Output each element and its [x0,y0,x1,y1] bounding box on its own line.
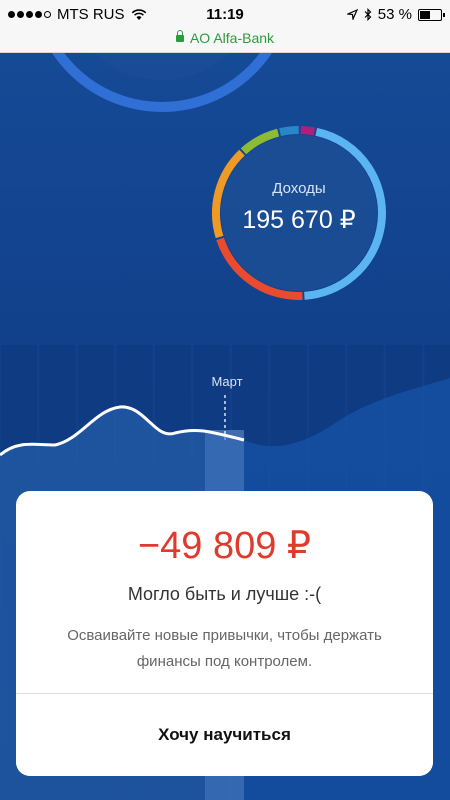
month-label[interactable]: Март [197,374,257,389]
summary-card: −49 809 ₽ Могло быть и лучше :-( Осваива… [16,491,433,776]
main-content: Доходы 195 670 ₽ Март −49 809 ₽ Могло бы… [0,53,450,800]
lock-icon [175,30,184,42]
learn-button[interactable]: Хочу научиться [16,694,433,776]
status-bar: MTS RUS 11:19 53 % [0,0,450,30]
balance-amount: −49 809 ₽ [137,525,312,567]
donut-value: 195 670 ₽ [242,206,356,234]
url-bar[interactable]: AO Alfa-Bank [0,30,450,53]
card-description: Осваивайте новые привычки, чтобы держать… [67,627,382,670]
bluetooth-icon [364,8,372,21]
battery-percent: 53 % [377,6,412,23]
status-indicators: 53 % [346,6,445,23]
location-arrow-icon [346,9,358,20]
card-title: Могло быть и лучше :-( [127,584,322,604]
site-name: AO Alfa-Bank [189,30,275,46]
donut-caption: Доходы [272,180,326,197]
battery-icon [418,8,445,21]
